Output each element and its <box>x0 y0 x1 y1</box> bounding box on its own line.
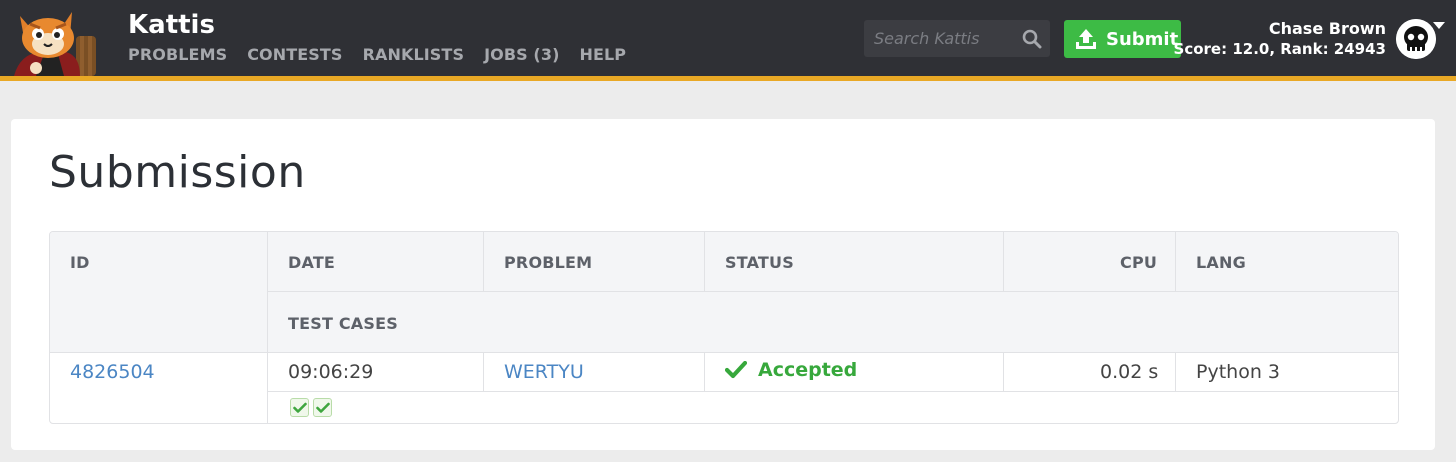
main-nav: PROBLEMS CONTESTS RANKLISTS JOBS (3) HEL… <box>128 45 646 65</box>
submit-button-label: Submit <box>1106 28 1179 50</box>
user-info[interactable]: Chase Brown Score: 12.0, Rank: 24943 <box>1174 19 1386 59</box>
chevron-down-icon[interactable] <box>1433 22 1445 29</box>
brand-title[interactable]: Kattis <box>128 10 215 40</box>
column-header-cpu: CPU <box>1120 253 1158 272</box>
divider <box>50 352 1398 353</box>
column-header-status: STATUS <box>725 253 794 272</box>
check-icon <box>725 361 747 379</box>
cpu-time: 0.02 s <box>1100 361 1159 383</box>
user-score-rank: Score: 12.0, Rank: 24943 <box>1173 40 1386 58</box>
status-label: Accepted <box>758 359 858 381</box>
column-header-date: DATE <box>288 253 336 272</box>
nav-item-help[interactable]: HELP <box>579 45 626 65</box>
divider <box>267 391 1398 392</box>
search-box <box>864 20 1050 57</box>
search-input[interactable] <box>864 20 1014 57</box>
submission-table: ID DATE PROBLEM STATUS CPU LANG TEST CAS… <box>49 231 1399 424</box>
divider <box>1175 352 1176 391</box>
divider <box>267 232 268 423</box>
search-icon[interactable] <box>1022 29 1042 49</box>
test-case-passed[interactable] <box>313 398 332 417</box>
nav-item-jobs[interactable]: JOBS (3) <box>484 45 559 65</box>
divider <box>1003 352 1004 391</box>
avatar[interactable] <box>1396 19 1436 59</box>
divider <box>704 352 705 391</box>
divider <box>267 291 1398 292</box>
divider <box>704 232 705 291</box>
top-navbar: Kattis PROBLEMS CONTESTS RANKLISTS JOBS … <box>0 0 1456 76</box>
column-header-id: ID <box>70 253 90 272</box>
nav-item-problems[interactable]: PROBLEMS <box>128 45 227 65</box>
nav-item-ranklists[interactable]: RANKLISTS <box>363 45 465 65</box>
kattis-logo[interactable] <box>10 6 108 76</box>
user-name: Chase Brown <box>1268 19 1386 38</box>
divider <box>1003 232 1004 291</box>
test-case-passed[interactable] <box>290 398 309 417</box>
divider <box>483 352 484 391</box>
header-accent-line <box>0 76 1456 81</box>
submission-id-link[interactable]: 4826504 <box>70 361 155 383</box>
upload-icon <box>1076 29 1096 49</box>
check-icon <box>292 402 307 413</box>
column-header-test-cases: TEST CASES <box>288 314 398 333</box>
status-badge: Accepted <box>725 359 857 381</box>
submission-date: 09:06:29 <box>288 361 374 383</box>
table-header <box>50 232 1398 352</box>
submit-button[interactable]: Submit <box>1064 20 1181 58</box>
submission-card: Submission ID DATE PROBLEM STATUS CPU LA… <box>11 119 1435 450</box>
divider <box>483 232 484 291</box>
column-header-lang: LANG <box>1196 253 1246 272</box>
language: Python 3 <box>1196 361 1280 383</box>
nav-item-contests[interactable]: CONTESTS <box>247 45 342 65</box>
column-header-problem: PROBLEM <box>504 253 593 272</box>
divider <box>1175 232 1176 291</box>
page-title: Submission <box>49 147 306 198</box>
problem-link[interactable]: WERTYU <box>504 361 584 383</box>
skull-icon <box>1396 19 1436 59</box>
check-icon <box>315 402 330 413</box>
